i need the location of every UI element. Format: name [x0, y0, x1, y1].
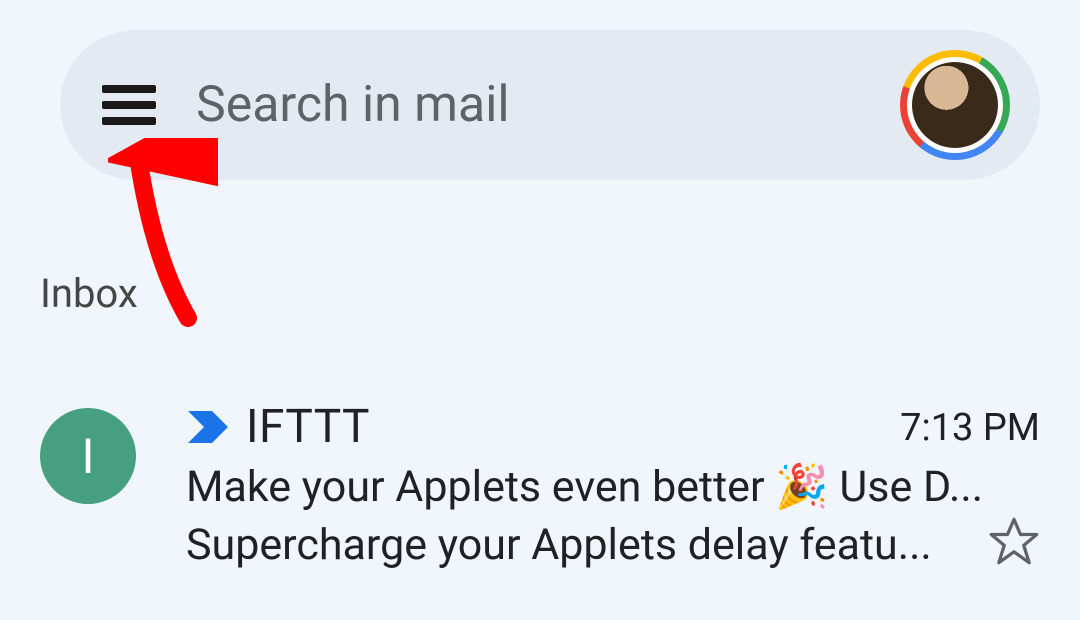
sender-avatar[interactable]: I [40, 408, 136, 504]
mail-subject: Make your Applets even better 🎉 Use D... [186, 462, 1040, 512]
mail-item[interactable]: I IFTTT 7:13 PM Make your Applets even b… [40, 400, 1040, 570]
star-icon[interactable] [988, 515, 1040, 567]
avatar-photo [912, 62, 998, 148]
search-placeholder[interactable]: Search in mail [196, 76, 900, 134]
mail-snippet: Supercharge your Applets delay featu... [186, 520, 968, 570]
section-label: Inbox [40, 270, 138, 317]
mail-time: 7:13 PM [900, 406, 1040, 450]
sender-initial: I [81, 428, 94, 485]
search-bar[interactable]: Search in mail [60, 30, 1040, 180]
sender-name: IFTTT [246, 400, 370, 454]
mail-header: IFTTT 7:13 PM [186, 400, 1040, 454]
account-avatar[interactable] [900, 50, 1010, 160]
importance-marker-icon[interactable] [186, 407, 230, 447]
mail-content: IFTTT 7:13 PM Make your Applets even bet… [186, 400, 1040, 570]
hamburger-menu-icon[interactable] [102, 85, 156, 125]
